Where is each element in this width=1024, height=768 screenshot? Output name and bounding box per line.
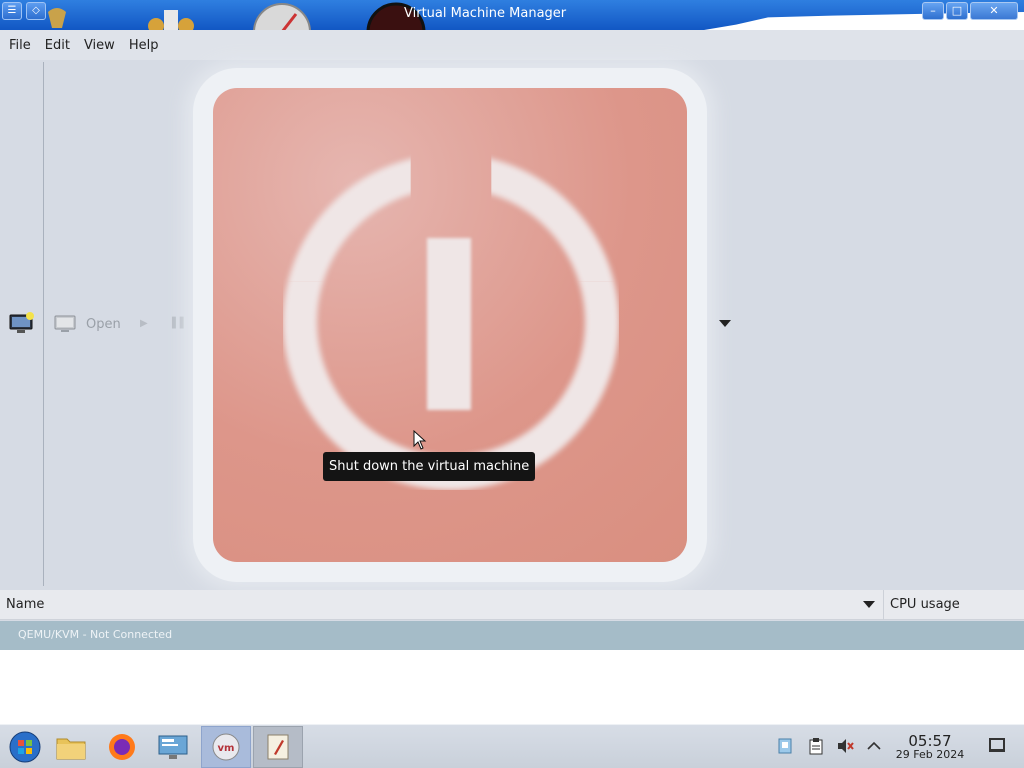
virt-manager-icon: vm — [212, 733, 240, 761]
menu-file[interactable]: File — [2, 38, 38, 53]
svg-text:vm: vm — [218, 743, 235, 754]
start-orb-icon — [9, 731, 41, 763]
clipboard-icon[interactable] — [807, 737, 825, 755]
remote-desktop-icon — [158, 735, 188, 759]
file-manager-icon — [56, 738, 86, 760]
menu-view[interactable]: View — [77, 38, 122, 53]
taskbar-firefox[interactable] — [97, 726, 147, 768]
monitor-icon — [54, 315, 76, 332]
taskbar: vm — [0, 724, 1024, 768]
desktop-decoration-icon — [148, 10, 194, 30]
open-button[interactable]: Open — [86, 317, 121, 332]
window-title: Virtual Machine Manager — [404, 6, 567, 21]
show-desktop-icon[interactable] — [989, 738, 1005, 752]
taskbar-virt-manager[interactable]: vm — [201, 726, 251, 768]
column-name[interactable]: Name — [6, 597, 44, 612]
menu-bar: File Edit View Help — [0, 30, 1024, 60]
tooltip: Shut down the virtual machine — [323, 452, 536, 481]
toolbar: Open ▶ ▐▐ — [0, 60, 1024, 588]
desktop-decoration-icon — [48, 8, 66, 28]
clock-date[interactable]: 29 Feb 2024 — [890, 748, 970, 761]
vm-list-body[interactable] — [0, 650, 1024, 724]
volume-muted-icon[interactable] — [836, 737, 854, 755]
connection-row[interactable]: QEMU/KVM - Not Connected — [0, 621, 1024, 650]
text-editor-icon — [267, 734, 289, 760]
window-menu-icon[interactable]: ☰ — [2, 2, 22, 20]
close-button[interactable]: ✕ — [970, 2, 1018, 20]
new-vm-icon[interactable] — [9, 312, 35, 334]
chevron-down-icon[interactable] — [719, 320, 731, 327]
desktop-decoration-icon — [253, 3, 311, 30]
menu-help[interactable]: Help — [122, 38, 166, 53]
firefox-icon — [109, 734, 135, 760]
shutdown-button[interactable] — [193, 68, 707, 582]
minimize-button[interactable]: – — [922, 2, 944, 20]
taskbar-text-editor[interactable] — [253, 726, 303, 768]
start-button[interactable] — [0, 726, 50, 768]
connection-label: QEMU/KVM - Not Connected — [18, 628, 173, 641]
chevron-down-icon[interactable] — [863, 601, 875, 608]
toolbar-separator — [43, 62, 44, 586]
pause-icon[interactable]: ▐▐ — [168, 318, 183, 329]
taskbar-remote-desktop[interactable] — [148, 726, 198, 768]
play-icon[interactable]: ▶ — [140, 318, 148, 329]
power-icon — [213, 88, 687, 562]
chevron-up-icon[interactable] — [865, 737, 883, 755]
mouse-cursor-icon — [413, 430, 427, 450]
taskbar-file-manager[interactable] — [46, 726, 96, 768]
title-bar[interactable]: ☰ ◇ Virtual Machine Manager – □ ✕ — [0, 0, 1024, 30]
maximize-button[interactable]: □ — [946, 2, 968, 20]
column-divider[interactable] — [883, 590, 884, 620]
column-cpu-usage[interactable]: CPU usage — [890, 597, 960, 612]
menu-edit[interactable]: Edit — [38, 38, 77, 53]
diamond-icon[interactable]: ◇ — [26, 2, 46, 20]
network-icon[interactable] — [776, 737, 794, 755]
vm-list-header: Name CPU usage — [0, 590, 1024, 620]
